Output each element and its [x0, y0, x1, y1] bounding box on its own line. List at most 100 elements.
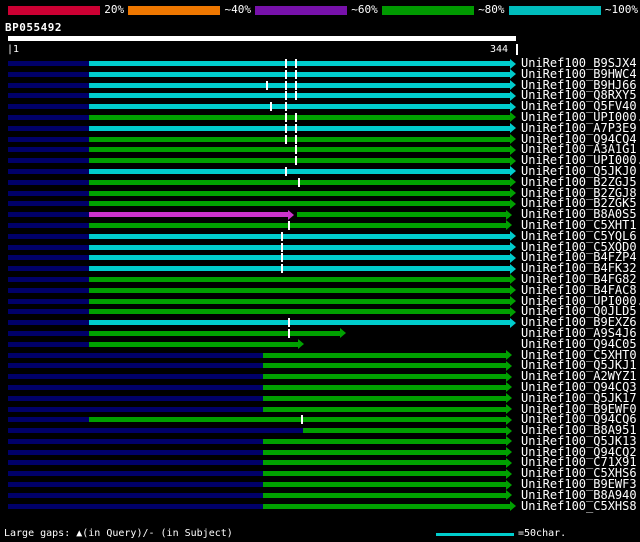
alignment-bar[interactable]	[89, 114, 511, 120]
gap-marker-icon	[295, 80, 298, 90]
alignment-bar[interactable]	[89, 266, 511, 272]
gap-marker-icon	[295, 145, 298, 155]
alignment-bar[interactable]	[262, 374, 506, 380]
alignment-bar[interactable]	[89, 276, 511, 282]
query-uncovered-line	[8, 71, 90, 77]
query-uncovered-line	[8, 352, 263, 358]
arrowhead-icon	[505, 360, 512, 371]
alignment-bar[interactable]	[262, 471, 506, 477]
alignment-bar[interactable]	[89, 93, 511, 99]
query-uncovered-line	[8, 61, 90, 66]
query-uncovered-line	[8, 82, 90, 88]
scale-segment	[128, 5, 221, 15]
arrowhead-icon	[298, 339, 305, 350]
query-uncovered-line	[8, 287, 90, 293]
gap-marker-icon	[284, 166, 287, 176]
gap-marker-icon	[284, 91, 287, 101]
arrowhead-icon	[505, 425, 512, 436]
arrowhead-icon	[510, 101, 517, 112]
alignment-bar[interactable]	[89, 309, 511, 315]
query-uncovered-line	[8, 255, 90, 261]
gap-marker-icon	[298, 177, 301, 187]
alignment-bar[interactable]	[262, 460, 506, 466]
alignment-bar[interactable]	[89, 104, 511, 110]
alignment-bar[interactable]	[89, 61, 511, 66]
alignment-bar[interactable]	[262, 482, 506, 488]
query-uncovered-line	[8, 406, 263, 412]
alignment-bar[interactable]	[89, 136, 511, 142]
query-uncovered-line	[8, 503, 263, 509]
alignment-bar[interactable]	[262, 352, 506, 358]
ruler-end-tick	[516, 44, 518, 55]
alignment-bar[interactable]	[89, 190, 511, 196]
gap-marker-icon	[295, 112, 298, 122]
identity-scale: 20% ~40% ~60% ~80% ~100%	[8, 3, 638, 17]
alignment-bar[interactable]	[89, 201, 511, 207]
arrowhead-icon	[510, 177, 517, 188]
alignment-bar[interactable]	[262, 395, 506, 401]
arrowhead-icon	[510, 296, 517, 307]
alignment-bar[interactable]	[89, 320, 511, 326]
query-uncovered-line	[8, 374, 263, 380]
arrowhead-icon	[505, 393, 512, 404]
hit-label[interactable]: UniRef100_C5XHS8	[521, 500, 637, 512]
query-uncovered-line	[8, 341, 90, 347]
query-uncovered-line	[8, 168, 90, 174]
query-uncovered-line	[8, 438, 263, 444]
alignment-bar[interactable]	[262, 406, 506, 412]
alignment-bar[interactable]	[89, 82, 511, 88]
arrowhead-icon	[505, 371, 512, 382]
alignment-bar[interactable]	[89, 341, 299, 347]
gap-marker-icon	[287, 328, 290, 338]
gap-marker-icon	[284, 112, 287, 122]
gap-marker-icon	[295, 134, 298, 144]
scale-legend-line	[436, 533, 514, 536]
alignment-bar[interactable]	[262, 503, 511, 509]
alignment-bar[interactable]	[89, 330, 340, 336]
alignment-bar[interactable]	[89, 158, 511, 164]
gap-marker-icon	[284, 102, 287, 112]
alignment-bar[interactable]	[89, 417, 506, 423]
arrowhead-icon	[510, 80, 517, 91]
gap-marker-icon	[287, 220, 290, 230]
alignment-bar[interactable]	[262, 438, 506, 444]
scale-segment	[254, 5, 348, 15]
alignment-bar[interactable]	[262, 492, 506, 498]
alignment-bar[interactable]	[89, 298, 511, 304]
ruler-start-label: |1	[7, 44, 20, 55]
arrowhead-icon	[510, 90, 517, 101]
arrowhead-icon	[510, 155, 517, 166]
gap-marker-icon	[280, 253, 283, 263]
query-uncovered-line	[8, 298, 90, 304]
alignment-bar[interactable]	[89, 244, 511, 250]
gap-marker-icon	[284, 80, 287, 90]
scale-segment-label: ~40%	[224, 3, 251, 16]
ruler-end-label: 344	[490, 44, 509, 55]
alignment-bar[interactable]	[89, 168, 511, 174]
gap-marker-icon	[301, 415, 304, 425]
alignment-bar[interactable]	[89, 71, 511, 77]
alignment-bar[interactable]	[89, 233, 511, 239]
alignment-bar[interactable]	[262, 363, 506, 369]
alignment-bar[interactable]	[262, 384, 506, 390]
query-uncovered-line	[8, 449, 263, 455]
alignment-bar[interactable]	[89, 255, 511, 261]
query-uncovered-line	[8, 363, 263, 369]
arrowhead-icon	[510, 188, 517, 199]
gap-marker-icon	[295, 91, 298, 101]
footer: Large gaps: ▲(in Query)/- (in Subject) =…	[0, 527, 640, 542]
arrowhead-icon	[505, 468, 512, 479]
arrowhead-icon	[510, 306, 517, 317]
alignment-bar[interactable]	[89, 212, 288, 218]
alignment-bar[interactable]	[89, 147, 511, 153]
alignment-bar[interactable]	[89, 125, 511, 131]
alignment-bar[interactable]	[89, 222, 506, 228]
alignment-bar[interactable]	[89, 287, 511, 293]
arrowhead-icon	[505, 414, 512, 425]
alignment-bar[interactable]	[296, 212, 506, 218]
alignment-bar[interactable]	[262, 449, 506, 455]
gap-marker-icon	[284, 134, 287, 144]
alignment-bar[interactable]	[302, 428, 506, 434]
query-uncovered-line	[8, 147, 90, 153]
arrowhead-icon	[510, 166, 517, 177]
